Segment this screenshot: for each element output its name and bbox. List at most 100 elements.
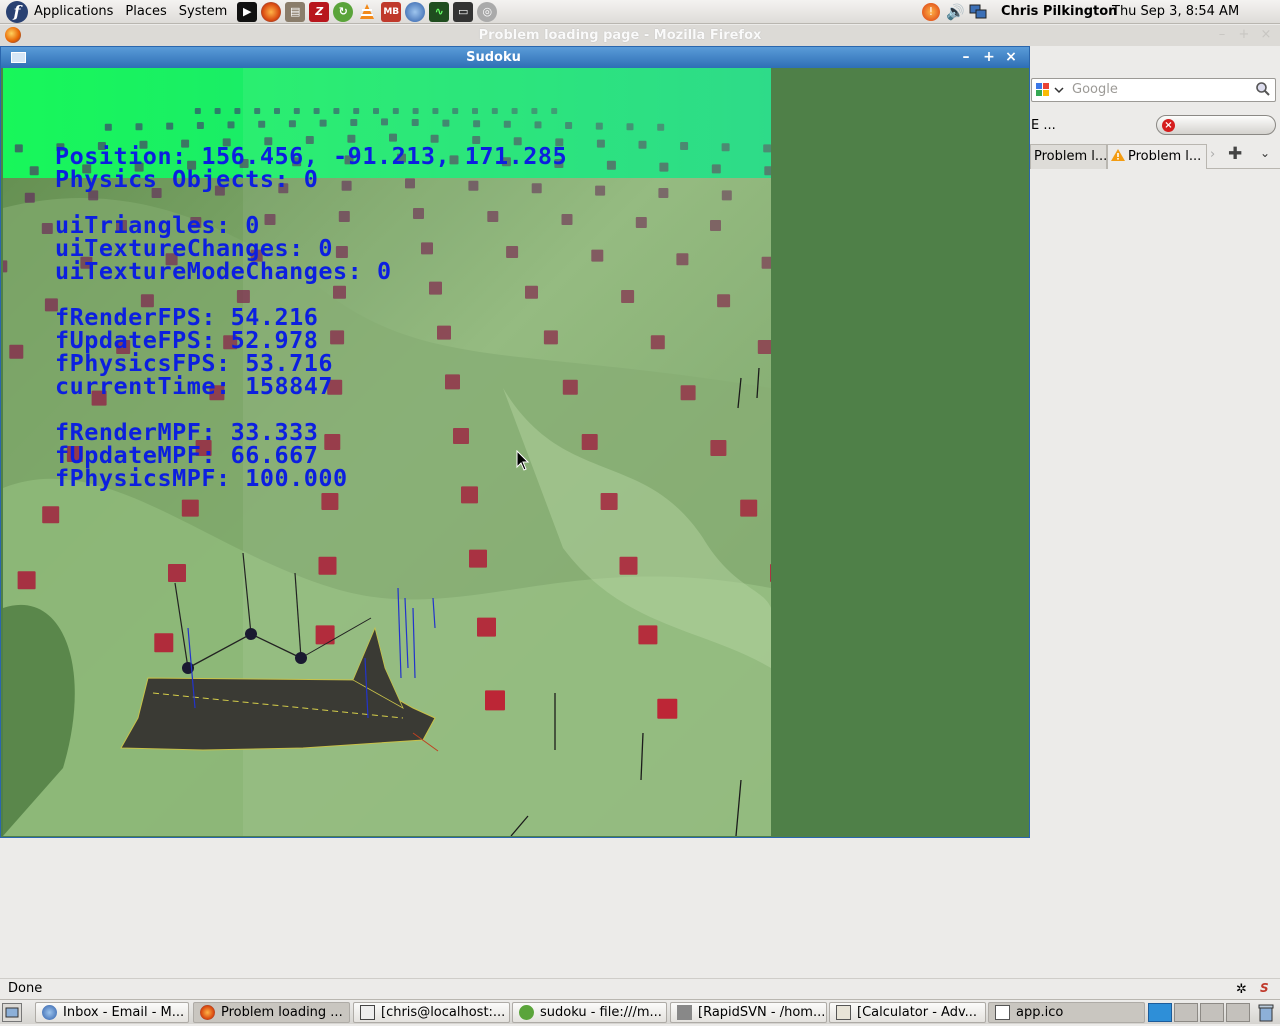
tab-problem-loading-2[interactable]: Problem l... <box>1107 144 1207 169</box>
firebug-icon[interactable]: ✲ <box>1236 980 1247 999</box>
physics-cube <box>41 223 53 234</box>
firefox-launcher-icon[interactable] <box>261 1 282 22</box>
physics-cube <box>764 166 771 176</box>
firefox-minimize-button[interactable]: – <box>1214 28 1230 42</box>
physics-cube <box>657 123 665 131</box>
shell-launcher-icon[interactable]: ▭ <box>453 1 474 22</box>
new-tab-icon[interactable]: ✚ <box>1228 144 1242 164</box>
physics-cube <box>274 108 280 114</box>
physics-cube <box>254 108 261 114</box>
physics-cube <box>432 108 439 114</box>
volume-icon[interactable]: 🔊 <box>946 3 966 21</box>
mouse-cursor-icon <box>516 450 530 471</box>
firefox-app-icon[interactable] <box>5 27 21 43</box>
taskbar-item-app-ico[interactable]: app.ico <box>988 1002 1145 1023</box>
physics-cube <box>600 493 618 510</box>
firefox-close-button[interactable]: × <box>1258 28 1274 42</box>
firefox-maximize-button[interactable]: + <box>1236 28 1252 42</box>
workspace-3[interactable] <box>1200 1003 1224 1022</box>
google-engine-icon[interactable] <box>1034 81 1066 99</box>
physics-cube <box>473 120 481 128</box>
terminal-icon <box>360 1005 375 1020</box>
filezilla-launcher-icon[interactable]: Z <box>309 1 330 22</box>
physics-cube <box>392 108 399 114</box>
physics-cube <box>635 217 647 228</box>
physics-cube <box>581 434 598 450</box>
physics-cube <box>258 120 266 128</box>
physics-cube <box>657 698 678 719</box>
network-icon[interactable] <box>968 3 988 21</box>
workspace-4[interactable] <box>1226 1003 1250 1022</box>
mysql-workbench-launcher-icon[interactable]: MB <box>381 1 402 22</box>
trash-icon[interactable] <box>1256 1003 1276 1022</box>
physics-cube <box>315 625 335 645</box>
search-icon[interactable] <box>1255 81 1271 97</box>
tab-list-chevron-down-icon[interactable]: ⌄ <box>1260 146 1270 160</box>
show-desktop-icon[interactable] <box>2 1003 22 1022</box>
physics-cube <box>711 164 721 174</box>
hud-physics-fps: fPhysicsFPS: 53.716 <box>55 351 334 377</box>
physics-cube <box>347 134 356 143</box>
physics-cube <box>503 120 511 128</box>
thunderbird-launcher-icon[interactable] <box>405 1 426 22</box>
document-viewer-launcher-icon[interactable]: ▤ <box>285 1 306 22</box>
sudoku-close-button[interactable]: × <box>1002 49 1020 66</box>
taskbar-item-inbox[interactable]: Inbox - Email - M... <box>35 1002 189 1023</box>
update-alert-icon[interactable]: ! <box>922 3 940 21</box>
physics-cube <box>721 143 730 152</box>
debug-hud: Position: 156.456, -91.213, 171.285 Phys… <box>55 146 567 491</box>
taskbar-item-terminal[interactable]: [chris@localhost:... <box>353 1002 510 1023</box>
physics-cube <box>551 108 558 114</box>
physics-cube <box>430 134 439 143</box>
vlc-launcher-icon[interactable] <box>357 2 377 22</box>
firefox-search-box[interactable]: Google <box>1031 78 1276 102</box>
physics-cube <box>680 142 689 150</box>
taskbar-item-label: [Calculator - Adv... <box>857 1005 978 1020</box>
system-monitor-launcher-icon[interactable]: ∿ <box>429 1 450 22</box>
url-bar-fragment[interactable]: E ... <box>1031 118 1056 133</box>
help-launcher-icon[interactable]: ◎ <box>477 1 498 22</box>
physics-cube <box>472 136 481 144</box>
menu-places[interactable]: Places <box>119 0 172 24</box>
tab-problem-loading-1[interactable]: Problem l... <box>1030 144 1107 169</box>
physics-cube <box>534 121 542 129</box>
user-name[interactable]: Chris Pilkington <box>1001 0 1117 24</box>
workspace-1[interactable] <box>1148 1003 1172 1022</box>
hud-physics-objects: Physics Objects: 0 <box>55 167 319 193</box>
physics-cube <box>531 108 538 114</box>
stop-icon[interactable]: × <box>1162 119 1175 132</box>
sudoku-maximize-button[interactable]: + <box>980 49 998 66</box>
sudoku-minimize-button[interactable]: – <box>957 49 975 66</box>
search-input[interactable]: Google <box>1072 82 1118 97</box>
physics-cube <box>319 119 327 127</box>
taskbar-item-rapidsvn[interactable]: [RapidSVN - /hom... <box>670 1002 827 1023</box>
render-viewport[interactable]: Position: 156.456, -91.213, 171.285 Phys… <box>3 68 771 836</box>
app-window-icon <box>995 1005 1010 1020</box>
physics-cube <box>606 160 616 170</box>
terminal-launcher-icon[interactable]: ▶ <box>237 1 258 22</box>
tab-scroll-right-icon[interactable]: › <box>1210 147 1215 162</box>
physics-cube <box>721 190 732 201</box>
physics-cube <box>3 260 8 273</box>
workspace-2[interactable] <box>1174 1003 1198 1022</box>
firefox-tab-bar: Problem l... Problem l... › ✚ ⌄ <box>1030 143 1280 169</box>
menu-applications[interactable]: Applications <box>28 0 119 24</box>
physics-cube <box>680 385 696 401</box>
sudoku-titlebar[interactable]: Sudoku – + × <box>1 47 1029 68</box>
physics-cube <box>595 122 603 130</box>
clock[interactable]: Thu Sep 3, 8:54 AM <box>1112 0 1239 24</box>
physics-cube <box>770 564 771 582</box>
addon-status-icon[interactable]: S <box>1260 979 1269 998</box>
taskbar-item-firefox[interactable]: Problem loading ... <box>193 1002 350 1023</box>
stop-button[interactable]: × <box>1156 115 1276 135</box>
taskbar-item-sudoku[interactable]: sudoku - file:///m... <box>512 1002 667 1023</box>
taskbar-item-calculator[interactable]: [Calculator - Adv... <box>829 1002 986 1023</box>
physics-cube <box>710 440 727 456</box>
physics-cube <box>757 340 771 354</box>
physics-cube <box>14 144 23 153</box>
menu-system[interactable]: System <box>173 0 233 24</box>
physics-cube <box>24 192 35 203</box>
rapidsvn-icon <box>519 1005 534 1020</box>
rapidsvn-launcher-icon[interactable]: ↻ <box>333 1 354 22</box>
fedora-logo-icon[interactable]: f <box>6 0 28 23</box>
